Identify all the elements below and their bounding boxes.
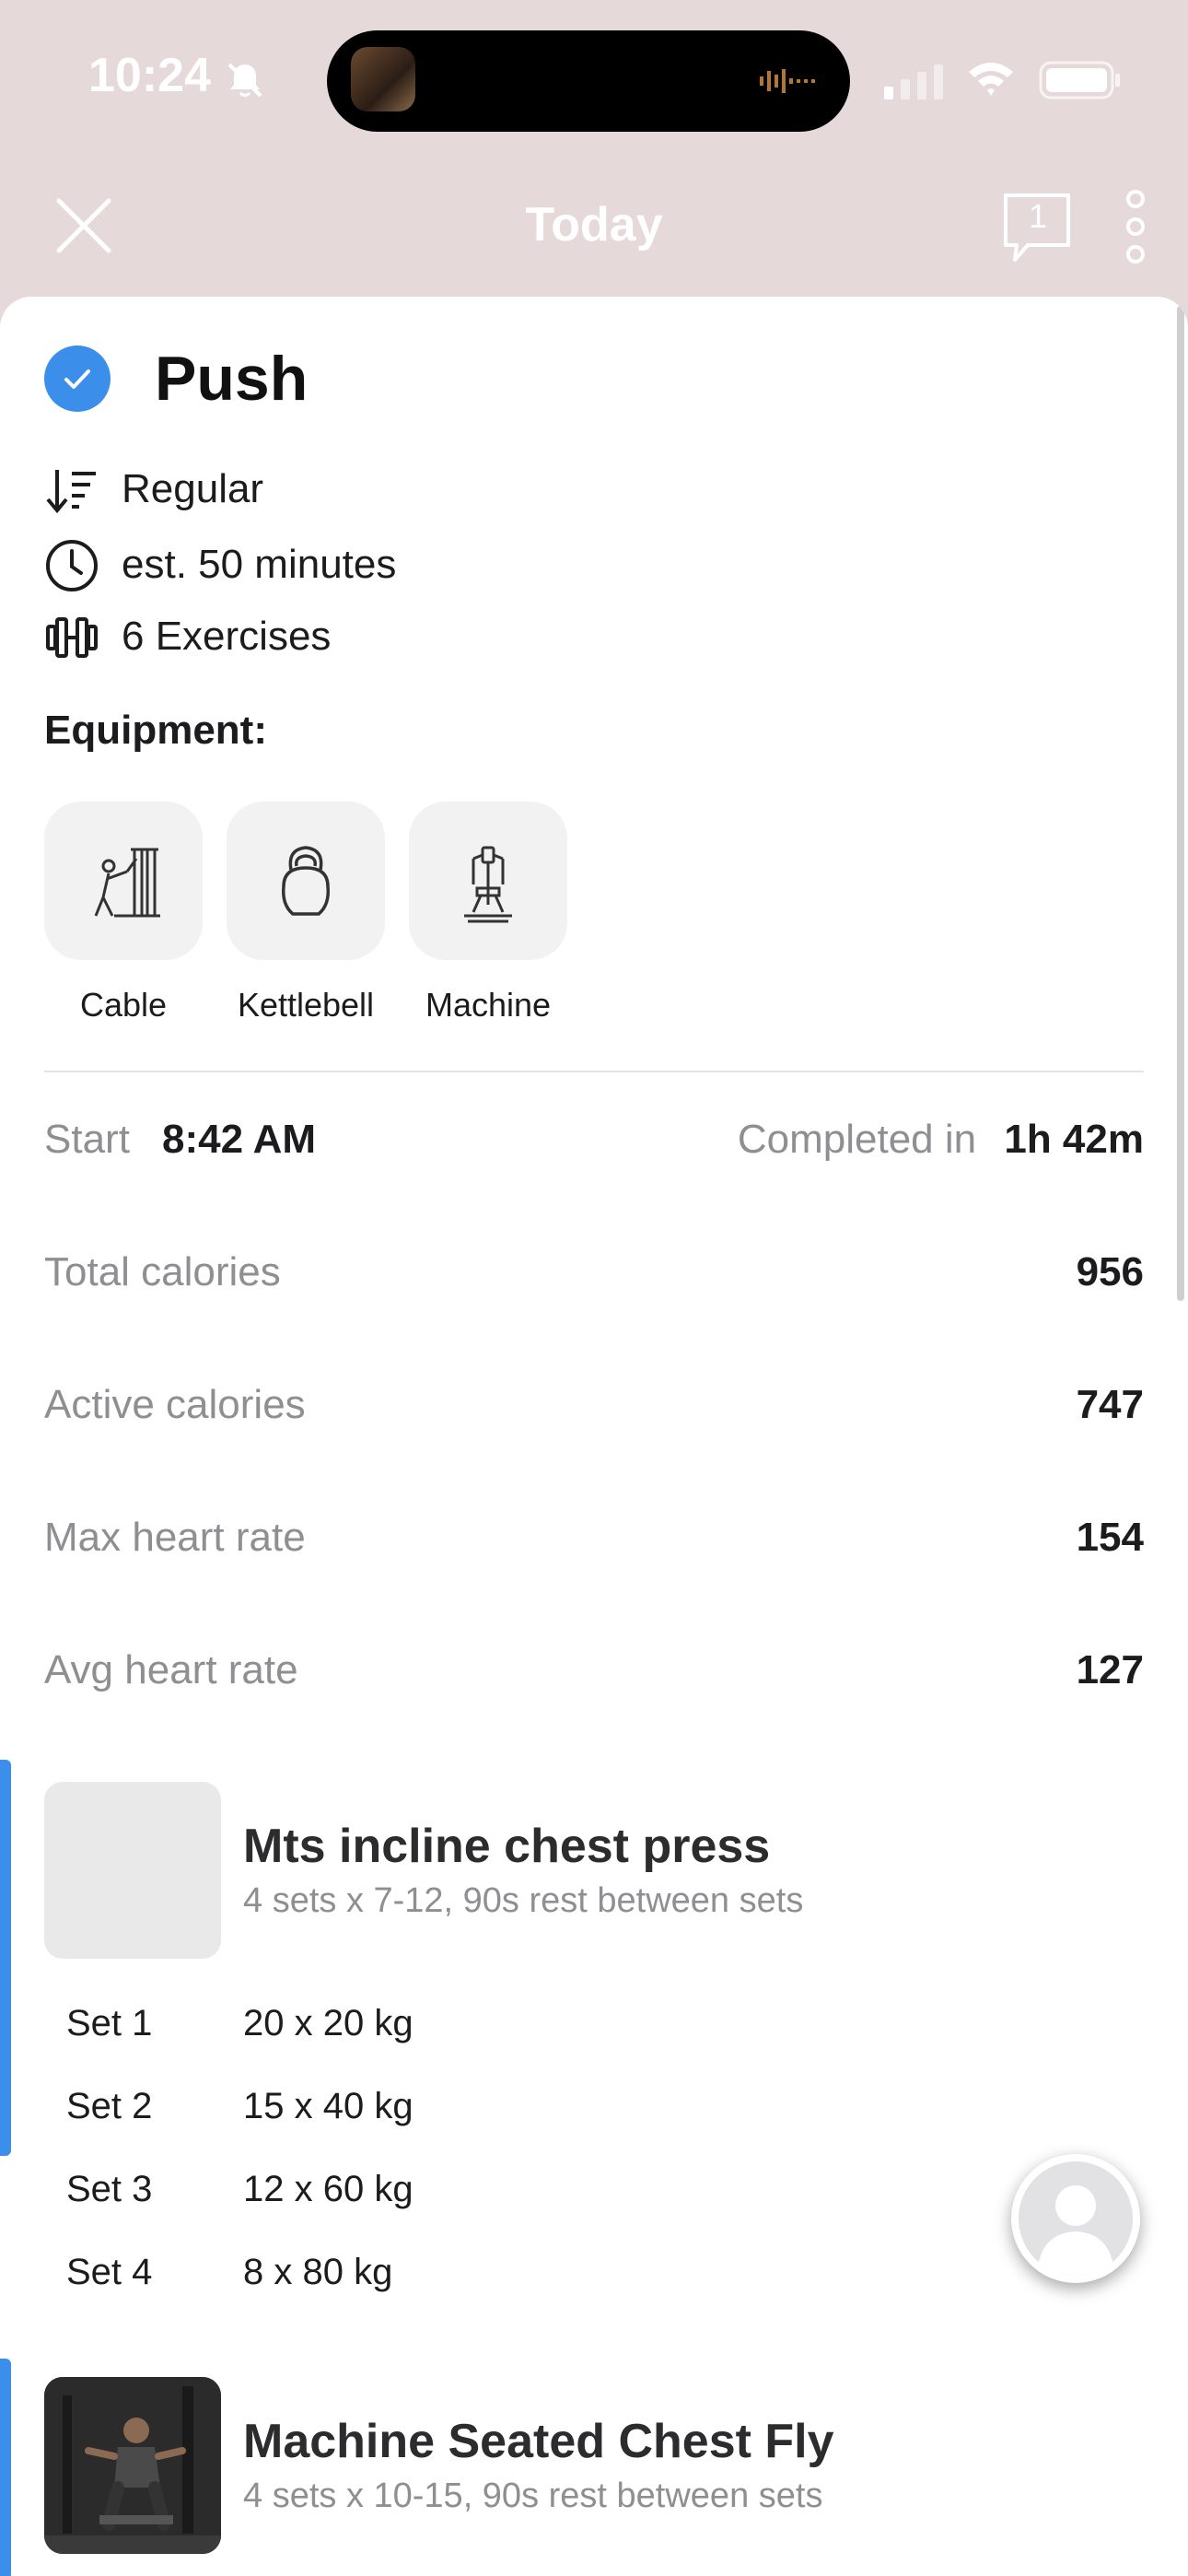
audio-waveform-icon (760, 69, 815, 93)
equipment-label: Kettlebell (237, 986, 375, 1024)
set-label: Set 4 (66, 2252, 153, 2292)
battery-icon (1039, 61, 1120, 100)
stat-value: 127 (1076, 1647, 1144, 1692)
stat-value: 956 (1076, 1249, 1144, 1294)
divider (44, 1071, 1144, 1072)
set-value: 20 x 20 kg (243, 2003, 413, 2043)
dumbbell-icon (46, 617, 98, 658)
scrollbar[interactable] (1177, 306, 1184, 1301)
set-value: 8 x 80 kg (243, 2252, 393, 2292)
sort-icon (46, 470, 96, 514)
exercise-thumbnail[interactable] (44, 1782, 221, 1959)
more-icon[interactable] (1122, 188, 1149, 265)
avatar (1019, 2161, 1133, 2276)
estimated-duration: est. 50 minutes (122, 542, 397, 587)
cable-machine-icon (94, 848, 160, 918)
stat-label: Max heart rate (44, 1515, 306, 1560)
exercise-thumbnail[interactable] (44, 2377, 221, 2554)
start-label: Start (44, 1117, 130, 1162)
set-label: Set 1 (66, 2003, 153, 2043)
workout-title: Push (155, 344, 309, 414)
status-bar: 10:24 (0, 0, 1188, 166)
exercise-name[interactable]: Machine Seated Chest Fly (243, 2414, 834, 2469)
status-time: 10:24 (88, 49, 211, 102)
chat-count-badge: 1 (1028, 197, 1048, 235)
wifi-icon (969, 63, 1013, 96)
machine-icon (464, 846, 512, 923)
equipment-kettlebell[interactable] (227, 802, 385, 960)
exercise-photo (44, 2377, 221, 2554)
exercise-completed-indicator (0, 1760, 11, 2156)
set-label: Set 2 (66, 2086, 153, 2126)
exercise-description: 4 sets x 7-12, 90s rest between sets (243, 1881, 804, 1920)
start-time: 8:42 AM (162, 1117, 317, 1162)
clock-icon (46, 540, 98, 591)
set-value: 12 x 60 kg (243, 2169, 413, 2209)
workout-sheet[interactable]: Push Regular est. 50 minutes 6 Exercises… (0, 297, 1188, 2576)
stat-value: 154 (1076, 1515, 1144, 1560)
equipment-label: Machine (425, 986, 552, 1024)
exercise-completed-indicator (0, 2359, 11, 2576)
stat-label: Active calories (44, 1382, 306, 1427)
completed-label: Completed in (737, 1117, 977, 1162)
workout-type: Regular (122, 466, 264, 511)
stat-value: 747 (1076, 1382, 1144, 1427)
exercise-name[interactable]: Mts incline chest press (243, 1819, 770, 1874)
kettlebell-icon (281, 846, 331, 916)
completed-duration: Completed in 1h 42m (738, 1117, 1144, 1163)
completed-value: 1h 42m (1004, 1117, 1144, 1162)
exercise-description: 4 sets x 10-15, 90s rest between sets (243, 2476, 823, 2515)
coach-avatar-button[interactable] (1011, 2154, 1140, 2283)
equipment-machine[interactable] (409, 802, 567, 960)
equipment-label: Cable (79, 986, 168, 1024)
equipment-heading: Equipment: (44, 708, 267, 753)
do-not-disturb-icon (227, 63, 262, 98)
stat-label: Avg heart rate (44, 1647, 298, 1692)
person-silhouette-icon (1037, 2185, 1114, 2276)
completed-check-icon (44, 345, 111, 412)
set-label: Set 3 (66, 2169, 153, 2209)
stat-label: Total calories (44, 1249, 281, 1294)
dynamic-island[interactable] (327, 30, 850, 132)
signal-icon (884, 64, 943, 100)
set-value: 15 x 40 kg (243, 2086, 413, 2126)
now-playing-artwork (351, 47, 415, 111)
exercise-count: 6 Exercises (122, 614, 332, 659)
equipment-cable[interactable] (44, 802, 203, 960)
